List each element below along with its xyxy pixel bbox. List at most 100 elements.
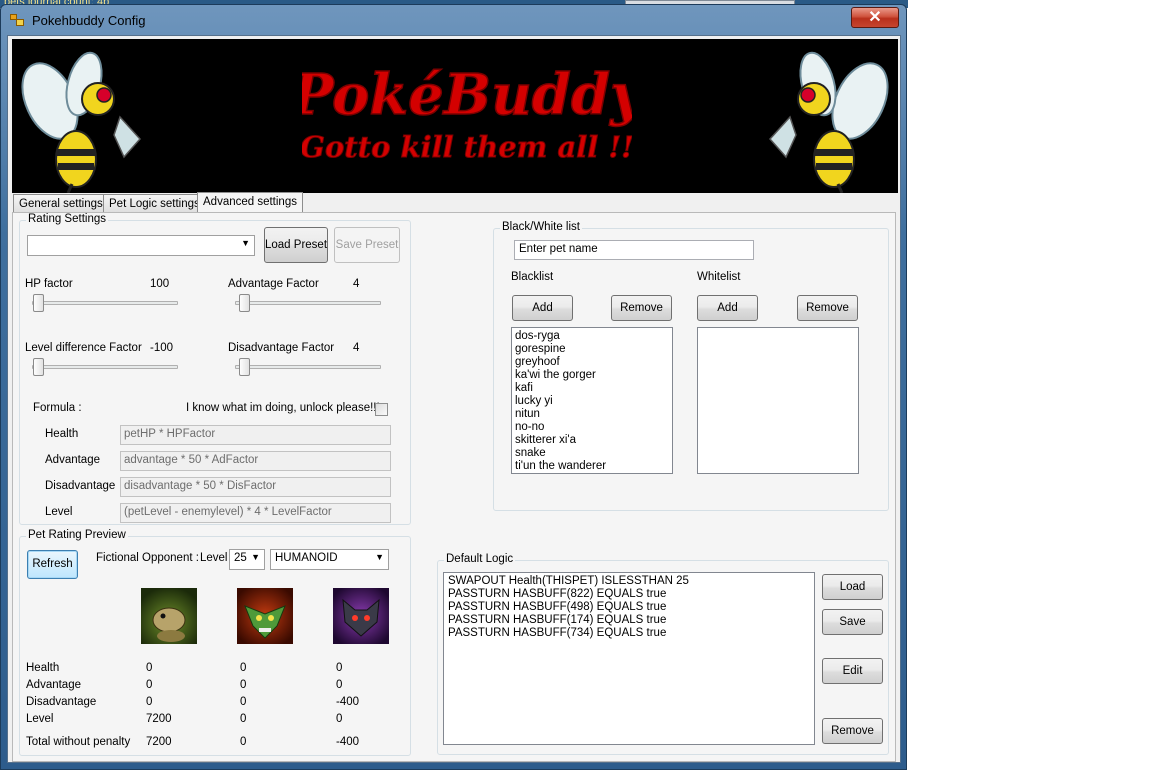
client-area: PokéBuddy Gotto kill them all !! General… <box>7 35 901 763</box>
hp-factor-slider-track <box>32 301 178 305</box>
formula-health-label: Health <box>45 428 79 440</box>
logo-slogan: Gotto kill them all !! <box>302 130 632 164</box>
banner: PokéBuddy Gotto kill them all !! <box>12 39 898 193</box>
preview-cell: 0 <box>240 736 247 748</box>
preview-row-label: Advantage <box>26 679 81 691</box>
logo-title: PokéBuddy <box>302 62 632 128</box>
logic-line: PASSTURN HASBUFF(734) EQUALS true <box>448 627 667 639</box>
preview-row-label: Total without penalty <box>26 736 131 748</box>
logic-line: PASSTURN HASBUFF(498) EQUALS true <box>448 601 667 613</box>
lizard-icon <box>152 607 186 642</box>
refresh-button[interactable]: Refresh <box>27 550 78 579</box>
preview-cell: 0 <box>240 696 247 708</box>
formula-label: Formula : <box>33 402 82 414</box>
preview-row-label: Disadvantage <box>26 696 97 708</box>
advantage-factor-slider[interactable] <box>239 294 250 312</box>
preset-dropdown[interactable]: ▼ <box>27 235 255 256</box>
preview-cell: 0 <box>336 662 343 674</box>
blacklist-listbox[interactable]: dos-ryga gorespine greyhoof ka'wi the go… <box>511 327 673 474</box>
preview-row-label: Level <box>26 713 54 725</box>
whitelist-add-button[interactable]: Add <box>697 295 758 321</box>
unlock-checkbox[interactable] <box>375 403 388 416</box>
title-bar[interactable]: Pokehbuddy Config ✕ <box>1 5 906 35</box>
whitelist-label: Whitelist <box>697 271 741 283</box>
list-item[interactable]: snake <box>515 447 669 460</box>
formula-level-field: (petLevel - enemylevel) * 4 * LevelFacto… <box>120 503 391 523</box>
default-logic-title: Default Logic <box>444 553 516 565</box>
whitelist-remove-button[interactable]: Remove <box>797 295 858 321</box>
formula-advantage-field: advantage * 50 * AdFactor <box>120 451 391 471</box>
disadvantage-factor-label: Disadvantage Factor <box>228 342 335 354</box>
list-item[interactable]: greyhoof <box>515 356 669 369</box>
level-dropdown[interactable]: 25 ▼ <box>229 549 265 570</box>
level-difference-value: -100 <box>150 342 174 354</box>
preview-cell: 0 <box>146 696 153 708</box>
list-item[interactable]: gorespine <box>515 343 669 356</box>
load-preset-button[interactable]: Load Preset <box>264 227 328 263</box>
blacklist-add-button[interactable]: Add <box>512 295 573 321</box>
chevron-down-icon: ▼ <box>241 238 250 248</box>
disadvantage-factor-value: 4 <box>353 342 360 354</box>
black-white-list-title: Black/White list <box>500 221 582 233</box>
preview-cell: 0 <box>336 679 343 691</box>
formula-level-label: Level <box>45 506 73 518</box>
preview-cell: 7200 <box>146 713 172 725</box>
preview-cell: -400 <box>336 696 360 708</box>
list-item[interactable]: lucky yi <box>515 395 669 408</box>
whitelist-listbox[interactable] <box>697 327 859 474</box>
chevron-down-icon: ▼ <box>251 552 260 562</box>
disadvantage-factor-slider[interactable] <box>239 358 250 376</box>
logic-load-button[interactable]: Load <box>822 574 883 600</box>
save-preset-button[interactable]: Save Preset <box>334 227 400 263</box>
default-logic-textarea[interactable]: SWAPOUT Health(THISPET) ISLESSTHAN 25 PA… <box>443 572 815 745</box>
pet-1-avatar <box>141 588 197 644</box>
tab-advanced-settings[interactable]: Advanced settings <box>197 192 303 214</box>
unlock-label: I know what im doing, unlock please!!! <box>186 402 380 414</box>
formula-disadvantage-field: disadvantage * 50 * DisFactor <box>120 477 391 497</box>
hp-factor-slider[interactable] <box>33 294 44 312</box>
logic-save-button[interactable]: Save <box>822 609 883 635</box>
list-item[interactable]: ti'un the wanderer <box>515 460 669 473</box>
list-item[interactable]: dos-ryga <box>515 330 669 343</box>
pet-2-avatar <box>237 588 293 644</box>
logic-line: PASSTURN HASBUFF(822) EQUALS true <box>448 588 667 600</box>
formula-health-field: petHP * HPFactor <box>120 425 391 445</box>
app-icon <box>10 14 24 26</box>
window-title: Pokehbuddy Config <box>32 13 146 28</box>
family-dropdown-value: HUMANOID <box>275 552 338 564</box>
preview-cell: 0 <box>240 662 247 674</box>
blacklist-remove-button[interactable]: Remove <box>611 295 672 321</box>
list-item[interactable]: ka'wi the gorger <box>515 369 669 382</box>
family-dropdown[interactable]: HUMANOID ▼ <box>270 549 389 570</box>
fictional-opponent-label: Fictional Opponent : <box>96 552 199 564</box>
pet-name-input[interactable]: Enter pet name <box>514 240 754 260</box>
list-item[interactable]: no-no <box>515 421 669 434</box>
level-difference-slider[interactable] <box>33 358 44 376</box>
logic-line: PASSTURN HASBUFF(174) EQUALS true <box>448 614 667 626</box>
goblin-icon <box>244 605 286 639</box>
list-item[interactable]: skitterer xi'a <box>515 434 669 447</box>
default-logic-group: Default Logic SWAPOUT Health(THISPET) IS… <box>437 553 889 755</box>
pet-3-avatar <box>333 588 389 644</box>
tab-general-settings[interactable]: General settings <box>13 194 109 214</box>
pet-rating-preview-group: Pet Rating Preview Refresh Fictional Opp… <box>19 529 411 756</box>
logic-remove-button[interactable]: Remove <box>822 718 883 744</box>
logic-edit-button[interactable]: Edit <box>822 658 883 684</box>
preview-cell: 0 <box>336 713 343 725</box>
level-difference-label: Level difference Factor <box>25 342 142 354</box>
advantage-factor-value: 4 <box>353 278 360 290</box>
hp-factor-label: HP factor <box>25 278 73 290</box>
list-item[interactable]: nitun <box>515 408 669 421</box>
preview-cell: 0 <box>146 662 153 674</box>
chevron-down-icon: ▼ <box>375 552 384 562</box>
logic-line: SWAPOUT Health(THISPET) ISLESSTHAN 25 <box>448 575 689 587</box>
tab-pet-logic-settings[interactable]: Pet Logic settings <box>103 194 206 214</box>
rating-settings-group: Rating Settings ▼ Load Preset Save Prese… <box>19 213 411 525</box>
preview-row-label: Health <box>26 662 60 674</box>
level-label: Level <box>200 552 228 564</box>
close-button[interactable]: ✕ <box>851 7 899 28</box>
beedrill-right-icon <box>768 51 889 193</box>
pet-rating-preview-title: Pet Rating Preview <box>26 529 128 541</box>
list-item[interactable]: kafi <box>515 382 669 395</box>
level-difference-slider-track <box>32 365 178 369</box>
